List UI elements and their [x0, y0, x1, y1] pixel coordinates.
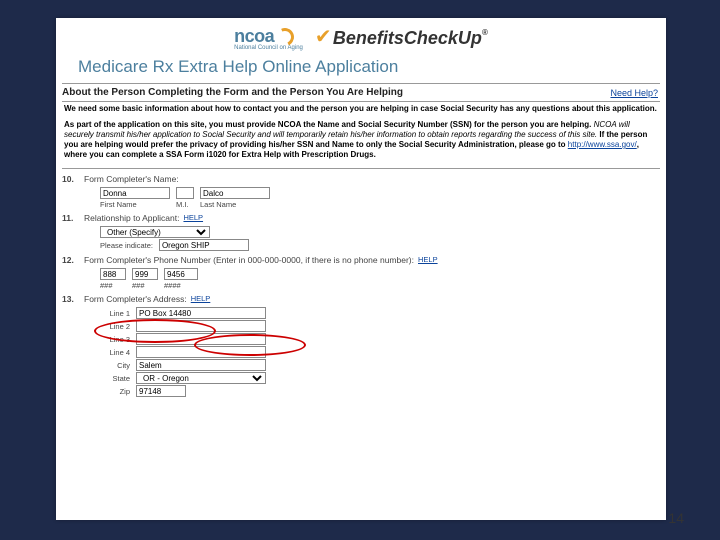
bcu-prefix: Benefits [333, 28, 404, 48]
line4-label: Line 4 [100, 348, 130, 357]
registered-mark: ® [482, 28, 488, 37]
slide-page: ncoa National Council on Aging BenefitsC… [56, 18, 666, 520]
last-name-label: Last Name [200, 200, 270, 209]
phone-2-input[interactable] [132, 268, 158, 280]
section-title: About the Person Completing the Form and… [62, 87, 403, 98]
line1-label: Line 1 [100, 309, 130, 318]
slide-number: 14 [668, 510, 684, 526]
q10-label: Form Completer's Name: [84, 174, 179, 184]
line3-label: Line 3 [100, 335, 130, 344]
q12-label: Form Completer's Phone Number (Enter in … [84, 255, 414, 265]
bcu-suffix: CheckUp [404, 28, 482, 48]
page-title: Medicare Rx Extra Help Online Applicatio… [56, 53, 666, 83]
header: ncoa National Council on Aging BenefitsC… [56, 18, 666, 53]
q11-label: Relationship to Applicant: [84, 213, 179, 223]
phone-mask-2: ### [132, 281, 158, 290]
form-area: 10. Form Completer's Name: First Name M.… [56, 169, 666, 403]
last-name-input[interactable] [200, 187, 270, 199]
city-label: City [100, 361, 130, 370]
addr-line2-input[interactable] [136, 320, 266, 332]
need-help-link[interactable]: Need Help? [610, 88, 658, 98]
indicate-input[interactable] [159, 239, 249, 251]
addr-line1-input[interactable] [136, 307, 266, 319]
q11-num: 11. [62, 213, 84, 223]
question-11: 11. Relationship to Applicant: HELP [62, 213, 660, 223]
question-13: 13. Form Completer's Address: HELP [62, 294, 660, 304]
zip-label: Zip [100, 387, 130, 396]
line2-label: Line 2 [100, 322, 130, 331]
relationship-select[interactable]: Other (Specify) [100, 226, 210, 238]
indicate-label: Please indicate: [100, 241, 153, 250]
ncoa-logo: ncoa National Council on Aging [234, 26, 303, 51]
phone-3-input[interactable] [164, 268, 198, 280]
checkmark-icon [317, 30, 335, 48]
ncoa-text: ncoa [234, 26, 274, 47]
intro-p1: We need some basic information about how… [64, 104, 657, 113]
state-select[interactable]: OR - Oregon [136, 372, 266, 384]
phone-mask-1: ### [100, 281, 126, 290]
addr-line3-input[interactable] [136, 333, 266, 345]
q12-help-link[interactable]: HELP [418, 255, 438, 265]
q13-num: 13. [62, 294, 84, 304]
mi-label: M.I. [176, 200, 194, 209]
city-input[interactable] [136, 359, 266, 371]
phone-1-input[interactable] [100, 268, 126, 280]
state-label: State [100, 374, 130, 383]
first-name-input[interactable] [100, 187, 170, 199]
q10-num: 10. [62, 174, 84, 184]
q13-label: Form Completer's Address: [84, 294, 187, 304]
benefits-checkup-logo: BenefitsCheckUp® [317, 28, 488, 49]
intro-p2a: As part of the application on this site,… [64, 120, 591, 129]
zip-input[interactable] [136, 385, 186, 397]
question-10: 10. Form Completer's Name: [62, 174, 660, 184]
question-12: 12. Form Completer's Phone Number (Enter… [62, 255, 660, 265]
first-name-label: First Name [100, 200, 170, 209]
addr-line4-input[interactable] [136, 346, 266, 358]
swoosh-icon [276, 28, 294, 46]
logo-row: ncoa National Council on Aging BenefitsC… [234, 26, 488, 51]
phone-mask-3: #### [164, 281, 198, 290]
intro-text: We need some basic information about how… [56, 102, 666, 168]
ssa-link[interactable]: http://www.ssa.gov/ [568, 140, 637, 149]
q12-num: 12. [62, 255, 84, 265]
mi-input[interactable] [176, 187, 194, 199]
q11-help-link[interactable]: HELP [183, 213, 203, 223]
ncoa-subtitle: National Council on Aging [234, 45, 303, 51]
q13-help-link[interactable]: HELP [191, 294, 211, 304]
section-header: About the Person Completing the Form and… [56, 84, 666, 101]
